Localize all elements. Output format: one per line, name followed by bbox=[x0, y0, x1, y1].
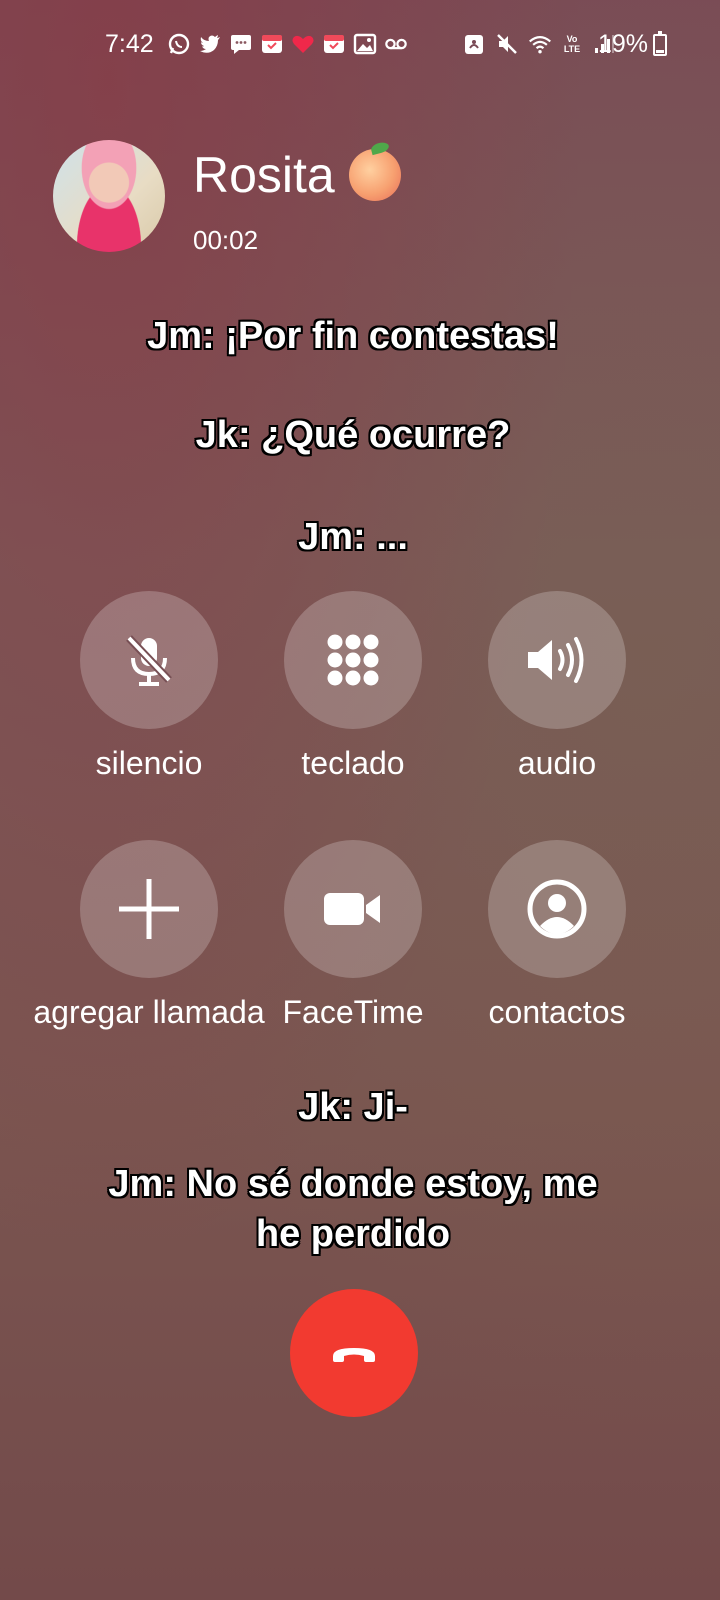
facetime-button-circle[interactable] bbox=[284, 840, 422, 978]
plus-icon bbox=[119, 879, 179, 939]
transcript-line: Jm: ... bbox=[298, 516, 408, 558]
audio-button-circle[interactable] bbox=[488, 591, 626, 729]
battery-level-fill bbox=[656, 50, 664, 53]
audio-button[interactable]: audio bbox=[437, 591, 677, 791]
caller-name-row: Rosita bbox=[193, 146, 401, 204]
volte-label: Vo LTE bbox=[563, 34, 581, 54]
keypad-button-circle[interactable] bbox=[284, 591, 422, 729]
volte-icon: Vo LTE bbox=[561, 32, 583, 56]
battery-icon bbox=[653, 31, 667, 56]
mute-icon bbox=[495, 32, 519, 56]
transcript-line: Jm: ¡Por fin contestas! bbox=[147, 315, 559, 357]
contacts-label: contactos bbox=[488, 994, 626, 1030]
mute-button-circle[interactable] bbox=[80, 591, 218, 729]
message-icon bbox=[229, 32, 253, 56]
calendar-icon bbox=[322, 32, 346, 56]
whatsapp-icon bbox=[167, 32, 191, 56]
twitter-icon bbox=[198, 32, 222, 56]
transcript-line: he perdido bbox=[255, 1213, 451, 1255]
peach-emoji-icon bbox=[348, 149, 401, 201]
contact-icon bbox=[527, 879, 587, 939]
calendar-icon bbox=[260, 32, 284, 56]
nfc-icon bbox=[462, 32, 486, 56]
contacts-button-circle[interactable] bbox=[488, 840, 626, 978]
caller-avatar[interactable] bbox=[53, 140, 165, 252]
transcript-line: Jm: No sé donde estoy, me bbox=[108, 1163, 598, 1205]
audio-label: audio bbox=[517, 745, 597, 781]
wifi-icon bbox=[528, 32, 552, 56]
gallery-icon bbox=[353, 32, 377, 56]
video-camera-icon bbox=[324, 893, 380, 925]
heart-icon bbox=[291, 32, 315, 56]
keypad-icon bbox=[327, 634, 379, 686]
end-call-button[interactable] bbox=[290, 1289, 418, 1417]
status-bar: 7:42 Vo LTE 19% bbox=[0, 28, 720, 62]
mute-microphone-icon bbox=[126, 635, 172, 686]
notification-icons bbox=[167, 32, 408, 56]
caller-name: Rosita bbox=[193, 147, 335, 203]
battery-percent: 19% bbox=[598, 30, 649, 58]
voicemail-icon bbox=[384, 32, 408, 56]
system-icons: Vo LTE bbox=[462, 32, 616, 56]
contacts-button[interactable]: contactos bbox=[437, 840, 677, 1040]
transcript-line: Jk: ¿Qué ocurre? bbox=[195, 414, 511, 456]
status-time: 7:42 bbox=[105, 30, 154, 58]
hang-up-phone-icon bbox=[333, 1348, 375, 1362]
add-call-button-circle[interactable] bbox=[80, 840, 218, 978]
speaker-icon bbox=[528, 637, 584, 683]
transcript-line: Jk: Ji- bbox=[298, 1086, 408, 1128]
call-timer: 00:02 bbox=[193, 225, 259, 255]
